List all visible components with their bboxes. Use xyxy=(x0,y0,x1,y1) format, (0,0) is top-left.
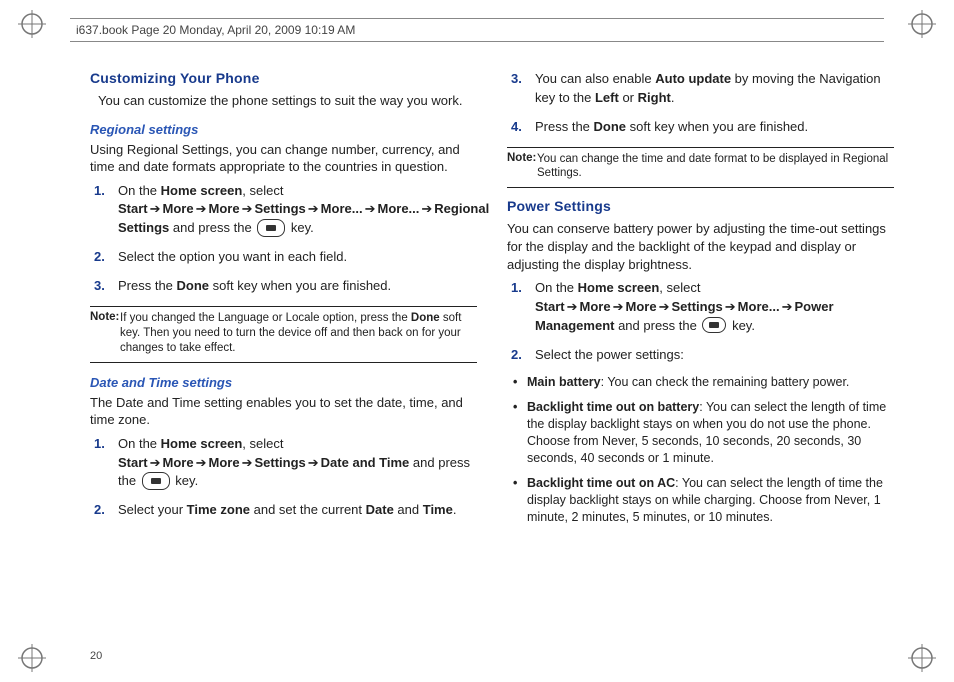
heading-regional: Regional settings xyxy=(90,122,477,137)
page-number: 20 xyxy=(90,650,102,662)
ok-key-icon xyxy=(257,219,285,237)
intro-power: You can conserve battery power by adjust… xyxy=(507,220,894,273)
crop-mark-icon xyxy=(18,10,46,38)
power-steps: On the Home screen, select Start➔More➔Mo… xyxy=(507,279,894,364)
step-item: Press the Done soft key when you are fin… xyxy=(535,118,894,137)
step-item: On the Home screen, select Start➔More➔Mo… xyxy=(118,182,477,239)
intro-customizing: You can customize the phone settings to … xyxy=(90,92,477,110)
crop-mark-icon xyxy=(908,644,936,672)
divider xyxy=(90,362,477,363)
divider xyxy=(507,187,894,188)
divider xyxy=(507,147,894,148)
list-item: Main battery: You can check the remainin… xyxy=(527,374,894,391)
step-item: Press the Done soft key when you are fin… xyxy=(118,277,477,296)
heading-datetime: Date and Time settings xyxy=(90,375,477,390)
regional-steps: On the Home screen, select Start➔More➔Mo… xyxy=(90,182,477,296)
step-item: Select the option you want in each field… xyxy=(118,248,477,267)
header-text: i637.book Page 20 Monday, April 20, 2009… xyxy=(76,23,355,37)
ok-key-icon xyxy=(702,317,726,333)
intro-regional: Using Regional Settings, you can change … xyxy=(90,141,477,176)
step-item: Select your Time zone and set the curren… xyxy=(118,501,477,520)
step-item: Select the power settings: xyxy=(535,346,894,365)
power-bullets: Main battery: You can check the remainin… xyxy=(507,374,894,525)
step-item: On the Home screen, select Start➔More➔Mo… xyxy=(118,435,477,492)
datetime-steps-continued: You can also enable Auto update by movin… xyxy=(507,70,894,137)
left-column: Customizing Your Phone You can customize… xyxy=(90,70,477,642)
ok-key-icon xyxy=(142,472,170,490)
step-item: You can also enable Auto update by movin… xyxy=(535,70,894,108)
list-item: Backlight time out on AC: You can select… xyxy=(527,475,894,526)
crop-mark-icon xyxy=(908,10,936,38)
step-item: On the Home screen, select Start➔More➔Mo… xyxy=(535,279,894,336)
crop-mark-icon xyxy=(18,644,46,672)
divider xyxy=(90,306,477,307)
page-content: Customizing Your Phone You can customize… xyxy=(90,70,894,642)
header-crop-info: i637.book Page 20 Monday, April 20, 2009… xyxy=(70,18,884,42)
note-datetime: Note: You can change the time and date f… xyxy=(507,152,894,182)
intro-datetime: The Date and Time setting enables you to… xyxy=(90,394,477,429)
right-column: You can also enable Auto update by movin… xyxy=(507,70,894,642)
list-item: Backlight time out on battery: You can s… xyxy=(527,399,894,467)
heading-power: Power Settings xyxy=(507,198,894,214)
note-regional: Note: If you changed the Language or Loc… xyxy=(90,311,477,356)
datetime-steps: On the Home screen, select Start➔More➔Mo… xyxy=(90,435,477,520)
heading-customizing: Customizing Your Phone xyxy=(90,70,477,86)
